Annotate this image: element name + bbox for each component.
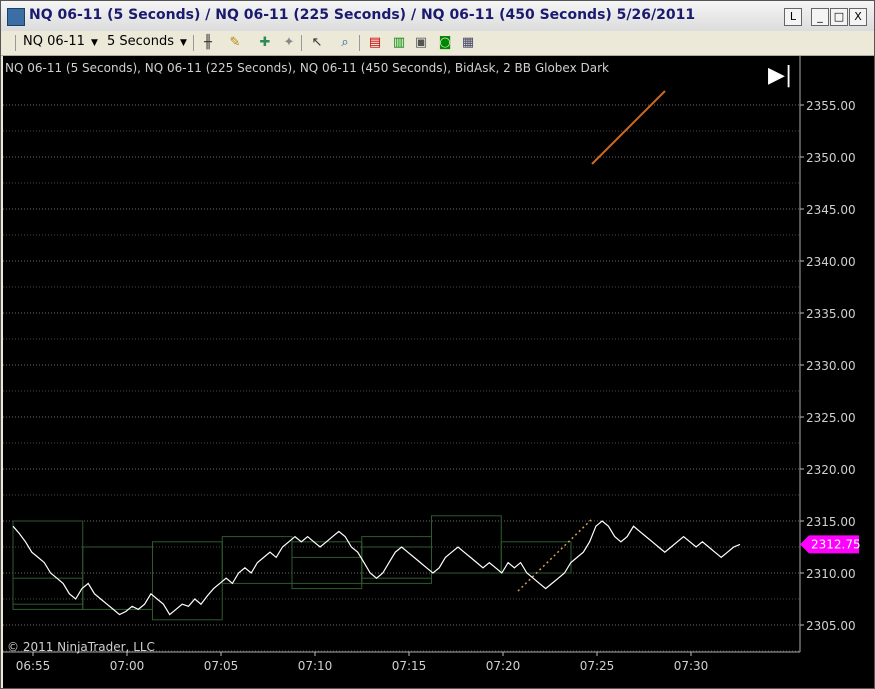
window-title: NQ 06-11 (5 Seconds) / NQ 06-11 (225 Sec… xyxy=(29,7,696,23)
x-tick-label: 07:30 xyxy=(674,659,709,673)
range-box xyxy=(152,541,223,621)
price-chart[interactable]: 2355.00 2350.00 2345.00 2340.00 2335.00 2330.… xyxy=(3,56,874,688)
add-indicator-icon[interactable]: ✚ xyxy=(257,35,273,51)
interval-dropdown-icon[interactable]: ▼ xyxy=(180,38,187,48)
x-tick-label: 07:05 xyxy=(204,659,239,673)
x-tick-label: 07:00 xyxy=(110,659,145,673)
toolbar-separator xyxy=(301,35,302,51)
interval-selector[interactable]: 5 Seconds xyxy=(107,34,174,49)
x-tick-label: 07:25 xyxy=(580,659,615,673)
y-tick-label: 2315.00 xyxy=(806,515,856,529)
pencil-draw-icon[interactable]: ✎ xyxy=(227,35,243,51)
close-button[interactable]: X xyxy=(849,8,867,26)
range-box xyxy=(500,541,572,574)
x-tick-label: 06:55 xyxy=(16,659,51,673)
y-tick-label: 2345.00 xyxy=(806,203,856,217)
grid-lines xyxy=(3,104,800,652)
x-tick-label: 07:20 xyxy=(486,659,521,673)
instrument-selector[interactable]: NQ 06-11 xyxy=(23,34,85,49)
toolbar: NQ 06-11 ▼ 5 Seconds ▼ ╫ ✎ ✚ ✦ ↖ ⌕ ▤ ▥ ▣… xyxy=(1,31,874,56)
app-icon xyxy=(7,8,25,26)
strategy-icon[interactable]: ✦ xyxy=(281,35,297,51)
properties-icon[interactable]: ▥ xyxy=(391,35,407,51)
chart-panel[interactable]: 2355.00 2350.00 2345.00 2340.00 2335.00 2330.… xyxy=(3,56,874,688)
y-tick-label: 2325.00 xyxy=(806,411,856,425)
chart-window: NQ 06-11 (5 Seconds) / NQ 06-11 (225 Sec… xyxy=(0,0,875,689)
bar-type-icon[interactable]: ╫ xyxy=(200,35,216,51)
chart-template-icon[interactable]: ▣ xyxy=(413,35,429,51)
y-tick-label: 2330.00 xyxy=(806,359,856,373)
chart-header-label: NQ 06-11 (5 Seconds), NQ 06-11 (225 Seco… xyxy=(5,61,609,75)
price-marker-label: 2312.75 xyxy=(811,537,861,551)
zoom-icon[interactable]: ⌕ xyxy=(337,35,353,51)
range-boxes xyxy=(12,515,572,621)
toolbar-separator xyxy=(193,35,194,51)
current-price-marker: 2312.75 xyxy=(800,535,861,554)
save-icon[interactable]: ◙ xyxy=(437,35,453,51)
range-box xyxy=(291,556,363,584)
doc-icon[interactable]: ▦ xyxy=(460,35,476,51)
range-box xyxy=(12,577,84,605)
price-series xyxy=(12,520,741,616)
copyright-label: © 2011 NinjaTrader, LLC xyxy=(7,640,155,654)
pointer-icon[interactable]: ↖ xyxy=(309,35,325,51)
x-tick-label: 07:10 xyxy=(298,659,333,673)
y-tick-label: 2335.00 xyxy=(806,307,856,321)
toolbar-grip xyxy=(15,35,16,51)
x-axis: 06:55 07:00 07:05 07:10 07:15 07:20 07:25 07:30 xyxy=(3,651,800,673)
range-box xyxy=(221,536,293,584)
y-tick-label: 2355.00 xyxy=(806,99,856,113)
data-box-icon[interactable]: ▤ xyxy=(367,35,383,51)
x-tick-label: 07:15 xyxy=(392,659,427,673)
maximize-button[interactable]: □ xyxy=(830,8,848,26)
y-tick-label: 2340.00 xyxy=(806,255,856,269)
range-box xyxy=(291,541,363,590)
link-button[interactable]: L xyxy=(784,8,802,26)
y-tick-label: 2310.00 xyxy=(806,567,856,581)
y-tick-label: 2305.00 xyxy=(806,619,856,633)
y-axis: 2355.00 2350.00 2345.00 2340.00 2335.00 2330.… xyxy=(799,56,856,652)
y-tick-label: 2350.00 xyxy=(806,151,856,165)
range-box xyxy=(361,536,432,584)
drawn-trendline[interactable] xyxy=(591,90,666,165)
toolbar-separator xyxy=(359,35,360,51)
title-bar[interactable]: NQ 06-11 (5 Seconds) / NQ 06-11 (225 Sec… xyxy=(1,1,874,32)
y-tick-label: 2320.00 xyxy=(806,463,856,477)
range-box xyxy=(82,546,153,610)
scroll-to-end-icon[interactable]: ▶| xyxy=(768,63,792,88)
minimize-button[interactable]: _ xyxy=(811,8,829,26)
instrument-dropdown-icon[interactable]: ▼ xyxy=(91,38,98,48)
